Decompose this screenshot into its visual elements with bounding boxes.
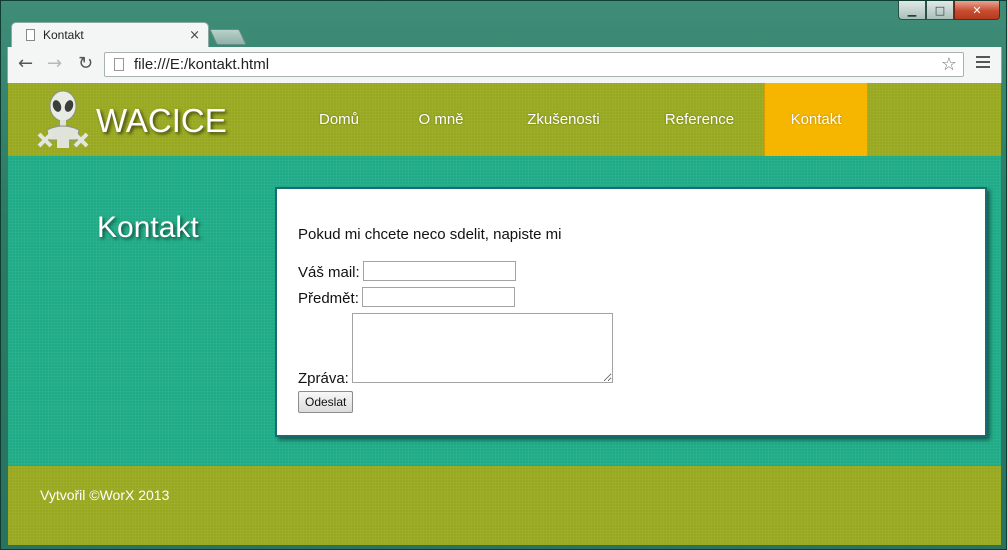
tab-title: Kontakt	[43, 28, 84, 42]
page-icon	[26, 29, 35, 41]
site-logo-text[interactable]: WACICE	[96, 102, 227, 140]
page-viewport: WACICE Domů O mně Zkušenosti Reference K…	[8, 83, 1001, 545]
alien-logo-icon	[37, 90, 89, 148]
page-title: Kontakt	[97, 211, 199, 244]
nav-item-reference[interactable]: Reference	[635, 83, 764, 156]
page-icon	[114, 58, 124, 71]
mail-row: Váš mail:	[298, 261, 516, 281]
window-controls: ▁ □ ✕	[898, 1, 1000, 20]
bookmark-star-icon[interactable]: ☆	[941, 54, 957, 75]
nav-item-domu[interactable]: Domů	[288, 83, 390, 156]
subject-label: Předmět:	[298, 290, 359, 307]
back-icon[interactable]: ←	[18, 55, 33, 73]
mail-label: Váš mail:	[298, 264, 360, 281]
address-bar[interactable]: file:///E:/kontakt.html ☆	[104, 52, 964, 77]
submit-button[interactable]: Odeslat	[298, 391, 354, 413]
nav-item-kontakt[interactable]: Kontakt	[764, 83, 868, 156]
content-area: Kontakt Pokud mi chcete neco sdelit, nap…	[8, 156, 1001, 466]
site-header: WACICE Domů O mně Zkušenosti Reference K…	[8, 83, 1001, 156]
reload-icon[interactable]: ↻	[78, 55, 93, 73]
main-navigation: Domů O mně Zkušenosti Reference Kontakt	[288, 83, 868, 156]
browser-tab[interactable]: Kontakt ×	[11, 22, 209, 47]
subject-row: Předmět:	[298, 287, 515, 307]
minimize-button[interactable]: ▁	[898, 1, 926, 20]
browser-window: ▁ □ ✕ Kontakt × ← → ↻ file:///E:/kontakt…	[0, 0, 1007, 550]
nav-item-o-mne[interactable]: O mně	[390, 83, 492, 156]
browser-toolbar: ← → ↻ file:///E:/kontakt.html ☆	[7, 47, 1002, 83]
tab-close-icon[interactable]: ×	[189, 28, 200, 43]
site-footer: Vytvořil ©WorX 2013	[8, 466, 1001, 545]
address-url[interactable]: file:///E:/kontakt.html	[134, 56, 941, 73]
message-label: Zpráva:	[298, 370, 349, 387]
subject-input[interactable]	[361, 287, 515, 307]
message-textarea[interactable]	[351, 313, 613, 383]
maximize-button[interactable]: □	[926, 1, 954, 20]
menu-icon[interactable]	[976, 56, 990, 71]
mail-input[interactable]	[362, 261, 516, 281]
intro-text: Pokud mi chcete neco sdelit, napiste mi	[298, 226, 562, 243]
footer-text: Vytvořil ©WorX 2013	[40, 487, 170, 503]
message-row: Zpráva:	[298, 313, 613, 387]
nav-item-zkusenosti[interactable]: Zkušenosti	[492, 83, 635, 156]
close-window-button[interactable]: ✕	[954, 1, 1000, 20]
forward-icon[interactable]: →	[47, 55, 62, 73]
new-tab-button[interactable]	[209, 29, 247, 45]
contact-panel: Pokud mi chcete neco sdelit, napiste mi …	[275, 187, 987, 437]
